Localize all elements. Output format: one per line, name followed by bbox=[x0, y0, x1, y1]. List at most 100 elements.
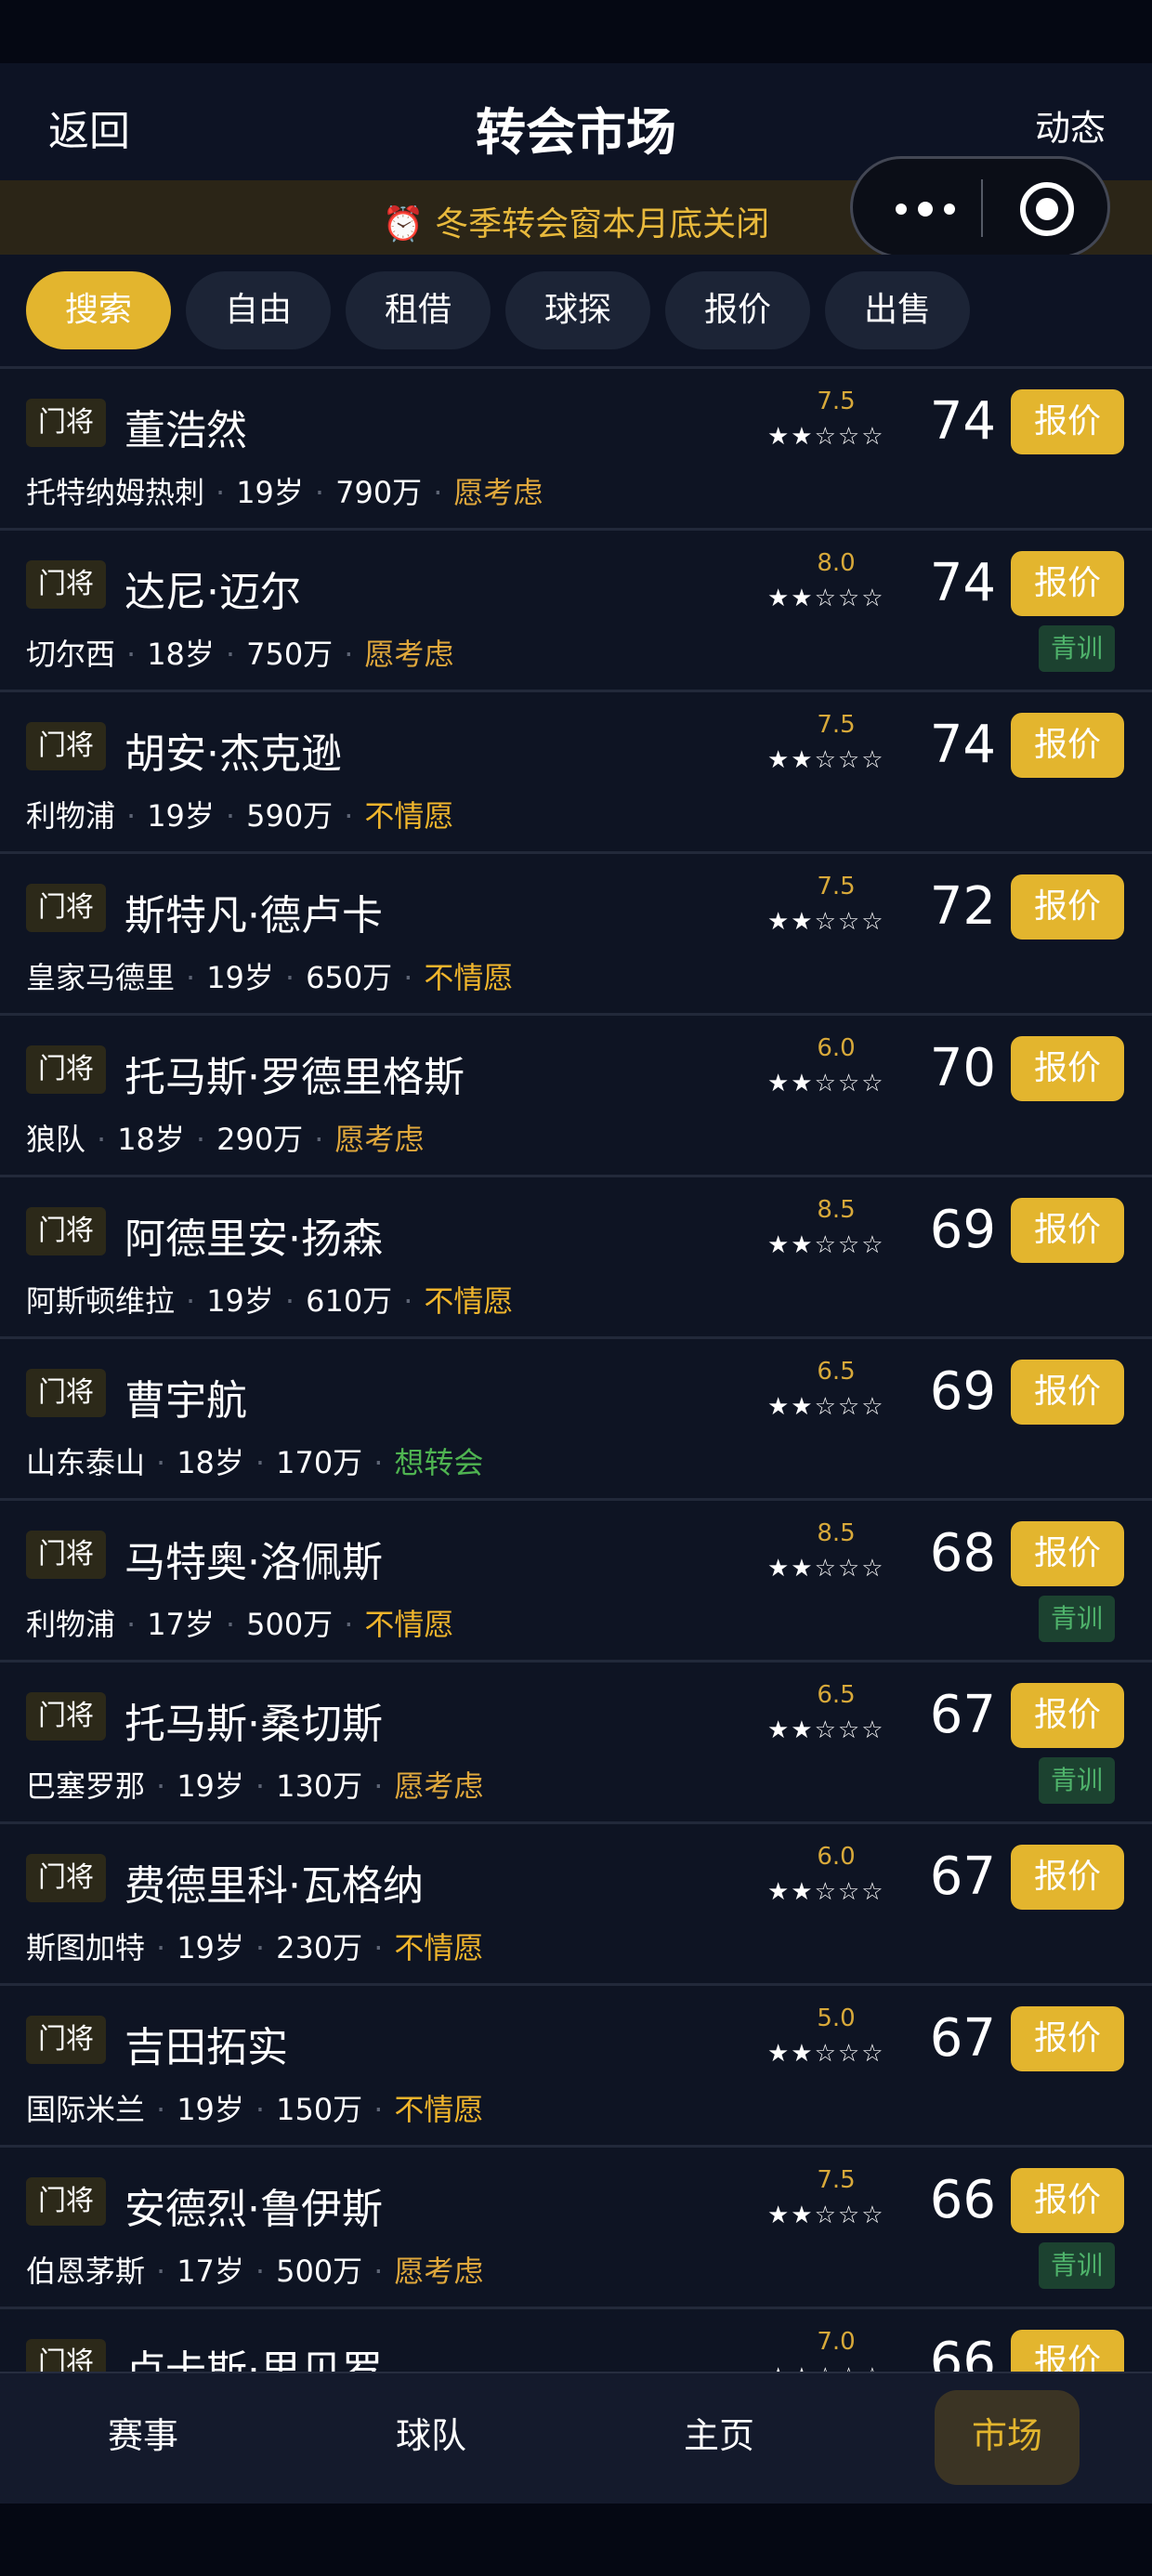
position-tag: 门将 bbox=[26, 1854, 106, 1902]
player-rating: 69 bbox=[929, 1200, 996, 1260]
offer-button[interactable]: 报价 bbox=[1011, 2168, 1124, 2233]
player-rating: 67 bbox=[929, 1847, 996, 1907]
player-row[interactable]: 门将 董浩然 托特纳姆热刺 · 19岁 · 790万 · 愿考虑 7.5 ★★☆☆☆ 74 报价 bbox=[0, 366, 1152, 528]
bottom-nav-item-1[interactable]: 球队 bbox=[357, 2407, 505, 2458]
player-name[interactable]: 马特奥·洛佩斯 bbox=[124, 1529, 383, 1588]
star-rating: ★★☆☆☆ bbox=[767, 1231, 885, 1259]
meta-separator: · bbox=[255, 1445, 266, 1480]
player-age: 18岁 bbox=[147, 637, 215, 672]
player-name[interactable]: 董浩然 bbox=[124, 397, 247, 456]
offer-button[interactable]: 报价 bbox=[1011, 1521, 1124, 1586]
offer-button[interactable]: 报价 bbox=[1011, 551, 1124, 616]
player-name[interactable]: 斯特凡·德卢卡 bbox=[124, 882, 383, 941]
mini-program-capsule bbox=[850, 156, 1110, 258]
transfer-status: 愿考虑 bbox=[364, 637, 454, 672]
player-row[interactable]: 门将 斯特凡·德卢卡 皇家马德里 · 19岁 · 650万 · 不情愿 7.5 ★★☆☆☆ 72 报价 bbox=[0, 851, 1152, 1013]
player-meta: 国际米兰 · 19岁 · 150万 · 不情愿 bbox=[26, 2086, 483, 2129]
player-club: 斯图加特 bbox=[26, 1930, 146, 1965]
player-meta: 利物浦 · 19岁 · 590万 · 不情愿 bbox=[26, 793, 453, 835]
player-name[interactable]: 卢卡斯·里贝罗 bbox=[124, 2337, 383, 2372]
bottom-nav-item-2[interactable]: 主页 bbox=[645, 2407, 793, 2458]
player-row[interactable]: 门将 达尼·迈尔 切尔西 · 18岁 · 750万 · 愿考虑 8.0 ★★☆☆☆ 74 报价 青训 bbox=[0, 528, 1152, 690]
player-name[interactable]: 费德里科·瓦格纳 bbox=[124, 1852, 424, 1912]
offer-button[interactable]: 报价 bbox=[1011, 389, 1124, 454]
position-tag: 门将 bbox=[26, 2177, 106, 2226]
player-value: 590万 bbox=[246, 798, 334, 834]
meta-separator: · bbox=[314, 475, 325, 510]
potential-score: 6.5 bbox=[817, 1681, 856, 1709]
meta-separator: · bbox=[433, 475, 443, 510]
star-rating: ★★☆☆☆ bbox=[767, 746, 885, 774]
player-meta: 狼队 · 18岁 · 290万 · 愿考虑 bbox=[26, 1116, 424, 1159]
filter-tab-3[interactable]: 球探 bbox=[505, 271, 650, 349]
meta-separator: · bbox=[126, 1607, 137, 1642]
meta-separator: · bbox=[314, 1122, 324, 1157]
offer-button[interactable]: 报价 bbox=[1011, 1036, 1124, 1101]
player-row[interactable]: 门将 胡安·杰克逊 利物浦 · 19岁 · 590万 · 不情愿 7.5 ★★☆☆☆ 74 报价 bbox=[0, 690, 1152, 851]
player-name[interactable]: 胡安·杰克逊 bbox=[124, 720, 342, 780]
meta-separator: · bbox=[344, 1607, 354, 1642]
player-age: 18岁 bbox=[177, 1445, 244, 1480]
youth-badge: 青训 bbox=[1039, 625, 1115, 672]
player-rating: 66 bbox=[929, 2332, 996, 2372]
bottom-nav-item-0[interactable]: 赛事 bbox=[69, 2407, 217, 2458]
meta-separator: · bbox=[284, 1283, 295, 1319]
filter-tab-2[interactable]: 租借 bbox=[346, 271, 491, 349]
offer-button[interactable]: 报价 bbox=[1011, 2006, 1124, 2071]
more-dots-icon[interactable] bbox=[890, 191, 1001, 228]
position-tag: 门将 bbox=[26, 1692, 106, 1741]
player-name[interactable]: 阿德里安·扬森 bbox=[124, 1205, 383, 1265]
position-tag: 门将 bbox=[26, 884, 106, 932]
meta-separator: · bbox=[373, 2092, 384, 2127]
offer-button[interactable]: 报价 bbox=[1011, 874, 1124, 940]
player-value: 750万 bbox=[246, 637, 334, 672]
filter-tab-0[interactable]: 搜索 bbox=[26, 271, 171, 349]
player-value: 610万 bbox=[306, 1283, 393, 1319]
player-row[interactable]: 门将 吉田拓实 国际米兰 · 19岁 · 150万 · 不情愿 5.0 ★★☆☆☆ 67 报价 bbox=[0, 1983, 1152, 2145]
player-row[interactable]: 门将 曹宇航 山东泰山 · 18岁 · 170万 · 想转会 6.5 ★★☆☆☆ 69 报价 bbox=[0, 1336, 1152, 1498]
player-row[interactable]: 门将 阿德里安·扬森 阿斯顿维拉 · 19岁 · 610万 · 不情愿 8.5 ★★☆☆☆ 69 报价 bbox=[0, 1175, 1152, 1336]
player-name[interactable]: 托马斯·桑切斯 bbox=[124, 1690, 383, 1750]
meta-separator: · bbox=[156, 2254, 166, 2289]
player-name[interactable]: 吉田拓实 bbox=[124, 2014, 288, 2073]
player-age: 17岁 bbox=[147, 1607, 215, 1642]
player-row[interactable]: 门将 安德烈·鲁伊斯 伯恩茅斯 · 17岁 · 500万 · 愿考虑 7.5 ★★☆☆☆ 66 报价 青训 bbox=[0, 2145, 1152, 2307]
offer-button[interactable]: 报价 bbox=[1011, 1683, 1124, 1748]
star-rating: ★★☆☆☆ bbox=[767, 585, 885, 612]
transfer-status: 愿考虑 bbox=[453, 475, 543, 510]
player-club: 国际米兰 bbox=[26, 2092, 146, 2127]
player-row[interactable]: 门将卢卡斯·里贝罗 7.0 ★★☆☆☆ 66 报价 bbox=[0, 2307, 1152, 2372]
transfer-status: 想转会 bbox=[394, 1445, 484, 1480]
filter-tab-5[interactable]: 出售 bbox=[825, 271, 970, 349]
activity-button[interactable]: 动态 bbox=[1035, 99, 1106, 151]
bottom-nav-item-3[interactable]: 市场 bbox=[933, 2407, 1081, 2458]
meta-separator: · bbox=[255, 2254, 266, 2289]
offer-button[interactable]: 报价 bbox=[1011, 1360, 1124, 1425]
player-rating: 72 bbox=[929, 876, 996, 937]
offer-button[interactable]: 报价 bbox=[1011, 1845, 1124, 1910]
player-name[interactable]: 安德烈·鲁伊斯 bbox=[124, 2175, 383, 2235]
player-row[interactable]: 门将 托马斯·桑切斯 巴塞罗那 · 19岁 · 130万 · 愿考虑 6.5 ★★☆☆☆ 67 报价 青训 bbox=[0, 1660, 1152, 1821]
offer-button[interactable]: 报价 bbox=[1011, 2330, 1124, 2372]
offer-button[interactable]: 报价 bbox=[1011, 1198, 1124, 1263]
position-tag: 门将 bbox=[26, 722, 106, 770]
meta-separator: · bbox=[373, 1930, 384, 1965]
player-name[interactable]: 达尼·迈尔 bbox=[124, 559, 301, 618]
player-name[interactable]: 托马斯·罗德里格斯 bbox=[124, 1044, 465, 1103]
player-club: 山东泰山 bbox=[26, 1445, 146, 1480]
player-name[interactable]: 曹宇航 bbox=[124, 1367, 247, 1426]
player-row[interactable]: 门将 费德里科·瓦格纳 斯图加特 · 19岁 · 230万 · 不情愿 6.0 ★★☆☆☆ 67 报价 bbox=[0, 1821, 1152, 1983]
offer-button[interactable]: 报价 bbox=[1011, 713, 1124, 778]
player-list[interactable]: 门将 董浩然 托特纳姆热刺 · 19岁 · 790万 · 愿考虑 7.5 ★★☆☆☆ 74 报价 门将 达尼… bbox=[0, 366, 1152, 2372]
youth-badge: 青训 bbox=[1039, 1596, 1115, 1642]
filter-tab-4[interactable]: 报价 bbox=[665, 271, 810, 349]
position-tag: 门将 bbox=[26, 2339, 106, 2372]
transfer-status: 不情愿 bbox=[364, 1607, 454, 1642]
target-circle-icon[interactable] bbox=[1020, 182, 1074, 236]
filter-tab-1[interactable]: 自由 bbox=[186, 271, 331, 349]
player-meta: 巴塞罗那 · 19岁 · 130万 · 愿考虑 bbox=[26, 1763, 483, 1806]
player-row[interactable]: 门将 托马斯·罗德里格斯 狼队 · 18岁 · 290万 · 愿考虑 6.0 ★★☆☆☆ 70 报价 bbox=[0, 1013, 1152, 1175]
meta-separator: · bbox=[225, 1607, 236, 1642]
player-row[interactable]: 门将 马特奥·洛佩斯 利物浦 · 17岁 · 500万 · 不情愿 8.5 ★★☆☆☆ 68 报价 青训 bbox=[0, 1498, 1152, 1660]
player-club: 狼队 bbox=[26, 1122, 86, 1157]
